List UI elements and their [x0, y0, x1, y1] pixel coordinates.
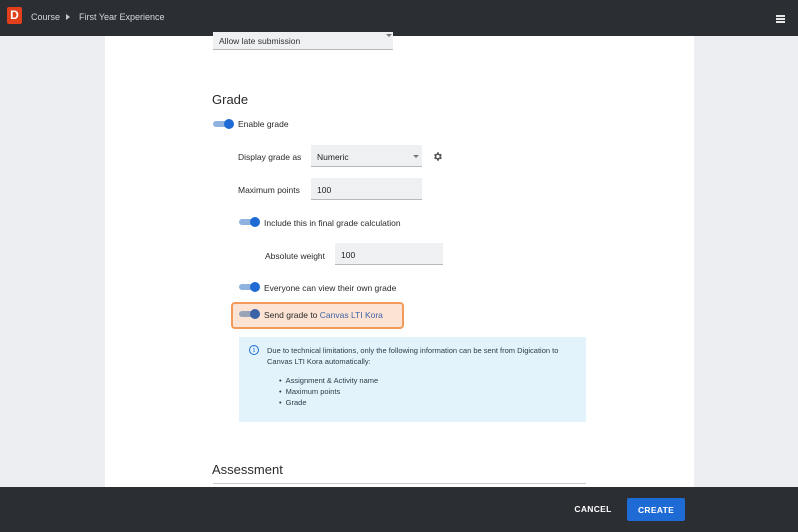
absolute-weight-input[interactable]: 100 — [335, 243, 443, 265]
include-final-grade-label: Include this in final grade calculation — [264, 218, 401, 228]
list-item: Grade — [279, 397, 378, 408]
send-grade-toggle[interactable] — [239, 309, 261, 319]
hamburger-menu-icon[interactable] — [776, 15, 785, 23]
enable-grade-label: Enable grade — [238, 119, 289, 129]
display-grade-as-select[interactable]: Numeric — [311, 145, 422, 167]
digication-logo[interactable]: D — [7, 7, 22, 24]
breadcrumb-course-name[interactable]: First Year Experience — [79, 12, 165, 22]
include-final-grade-toggle[interactable] — [239, 217, 261, 227]
info-text: Due to technical limitations, only the f… — [267, 346, 559, 366]
top-bar: D Course First Year Experience — [0, 0, 798, 36]
breadcrumb-separator-icon — [66, 14, 70, 20]
assessment-section-title: Assessment — [212, 462, 283, 477]
cancel-button[interactable]: CANCEL — [567, 498, 619, 520]
grade-section-title: Grade — [212, 92, 249, 107]
gear-icon[interactable] — [432, 151, 443, 162]
chevron-down-icon — [413, 155, 419, 158]
display-grade-as-label: Display grade as — [238, 152, 302, 162]
absolute-weight-label: Absolute weight — [265, 251, 326, 261]
maximum-points-input[interactable]: 100 — [311, 178, 422, 200]
everyone-view-grade-label: Everyone can view their own grade — [264, 283, 397, 293]
maximum-points-label: Maximum points — [238, 185, 300, 195]
chevron-down-icon — [386, 34, 392, 37]
late-submission-select[interactable]: Allow late submission — [213, 32, 393, 50]
list-item: Maximum points — [279, 386, 378, 397]
breadcrumb-course[interactable]: Course — [31, 12, 60, 22]
create-button[interactable]: CREATE — [627, 498, 685, 521]
send-grade-label: Send grade to Canvas LTI Kora — [264, 310, 383, 320]
info-box: i Due to technical limitations, only the… — [239, 337, 586, 422]
everyone-view-grade-toggle[interactable] — [239, 282, 261, 292]
list-item: Assignment & Activity name — [279, 375, 379, 386]
enable-grade-toggle[interactable] — [213, 119, 235, 129]
canvas-lti-link[interactable]: Canvas LTI Kora — [320, 310, 383, 320]
info-icon: i — [249, 345, 259, 355]
info-list: Assignment & Activity name Maximum point… — [279, 375, 379, 408]
